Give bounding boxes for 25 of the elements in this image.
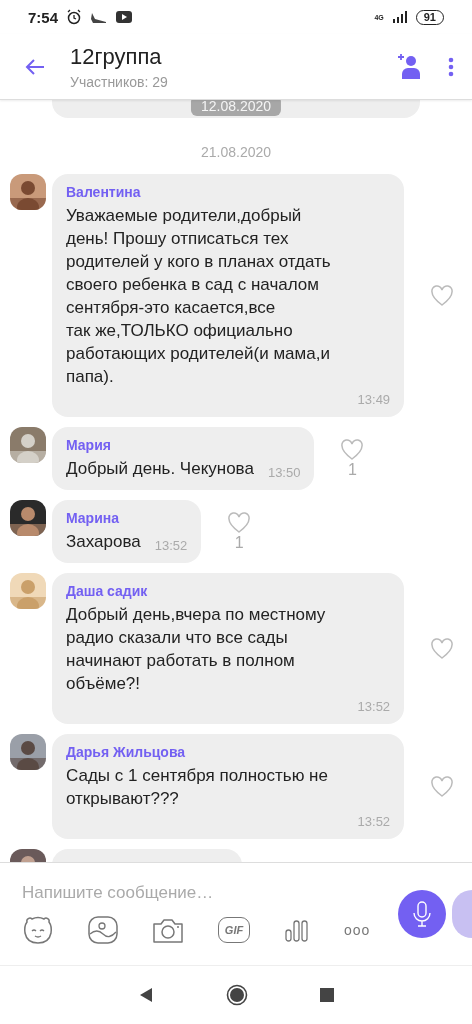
- member-count: Участников: 29: [70, 73, 169, 90]
- sender-name: Валентина: [66, 184, 142, 200]
- message-time: 13:52: [357, 814, 391, 829]
- message-text: Уважаемые родители,добрый день! Прошу отписаться тех родителей у кого в планах отдать своего ребенка в сад с началом сентября-это касается,все так же,ТОЛЬКО официально работающих родителей(и мама,и папа).: [66, 205, 332, 388]
- message-text: Добрый день,вчера по местному радио сказали что все сады начинают работать в полном объёме?!: [66, 604, 327, 695]
- like-count: 1: [234, 534, 244, 552]
- message-time: 13:52: [154, 538, 188, 553]
- message-text: Захарова: [66, 531, 141, 553]
- message-text: Добрый день. Чекунова: [66, 458, 254, 480]
- date-badge: 12.08.2020: [190, 100, 282, 116]
- sender-name: Мария: [66, 437, 112, 453]
- message-text: Сады с 1 сентября полностью не открывают???: [66, 765, 329, 810]
- message-time: 13:52: [357, 699, 391, 714]
- message-time: 13:49: [357, 392, 391, 407]
- message-input[interactable]: Напишите сообщение…: [22, 883, 398, 903]
- date-separator: 21.08.2020: [200, 144, 272, 160]
- like-count: 1: [348, 461, 357, 479]
- gif-button[interactable]: GIF: [218, 917, 250, 943]
- chat-title: 12группа: [70, 43, 163, 70]
- sender-name: Марина: [66, 510, 121, 526]
- sender-name: Даша садик: [66, 583, 149, 599]
- message-time: 13:50: [267, 465, 301, 480]
- more-button[interactable]: ooo: [344, 922, 371, 938]
- status-time: 7:54: [28, 8, 59, 26]
- sender-name: Дарья Жильцова: [66, 744, 187, 760]
